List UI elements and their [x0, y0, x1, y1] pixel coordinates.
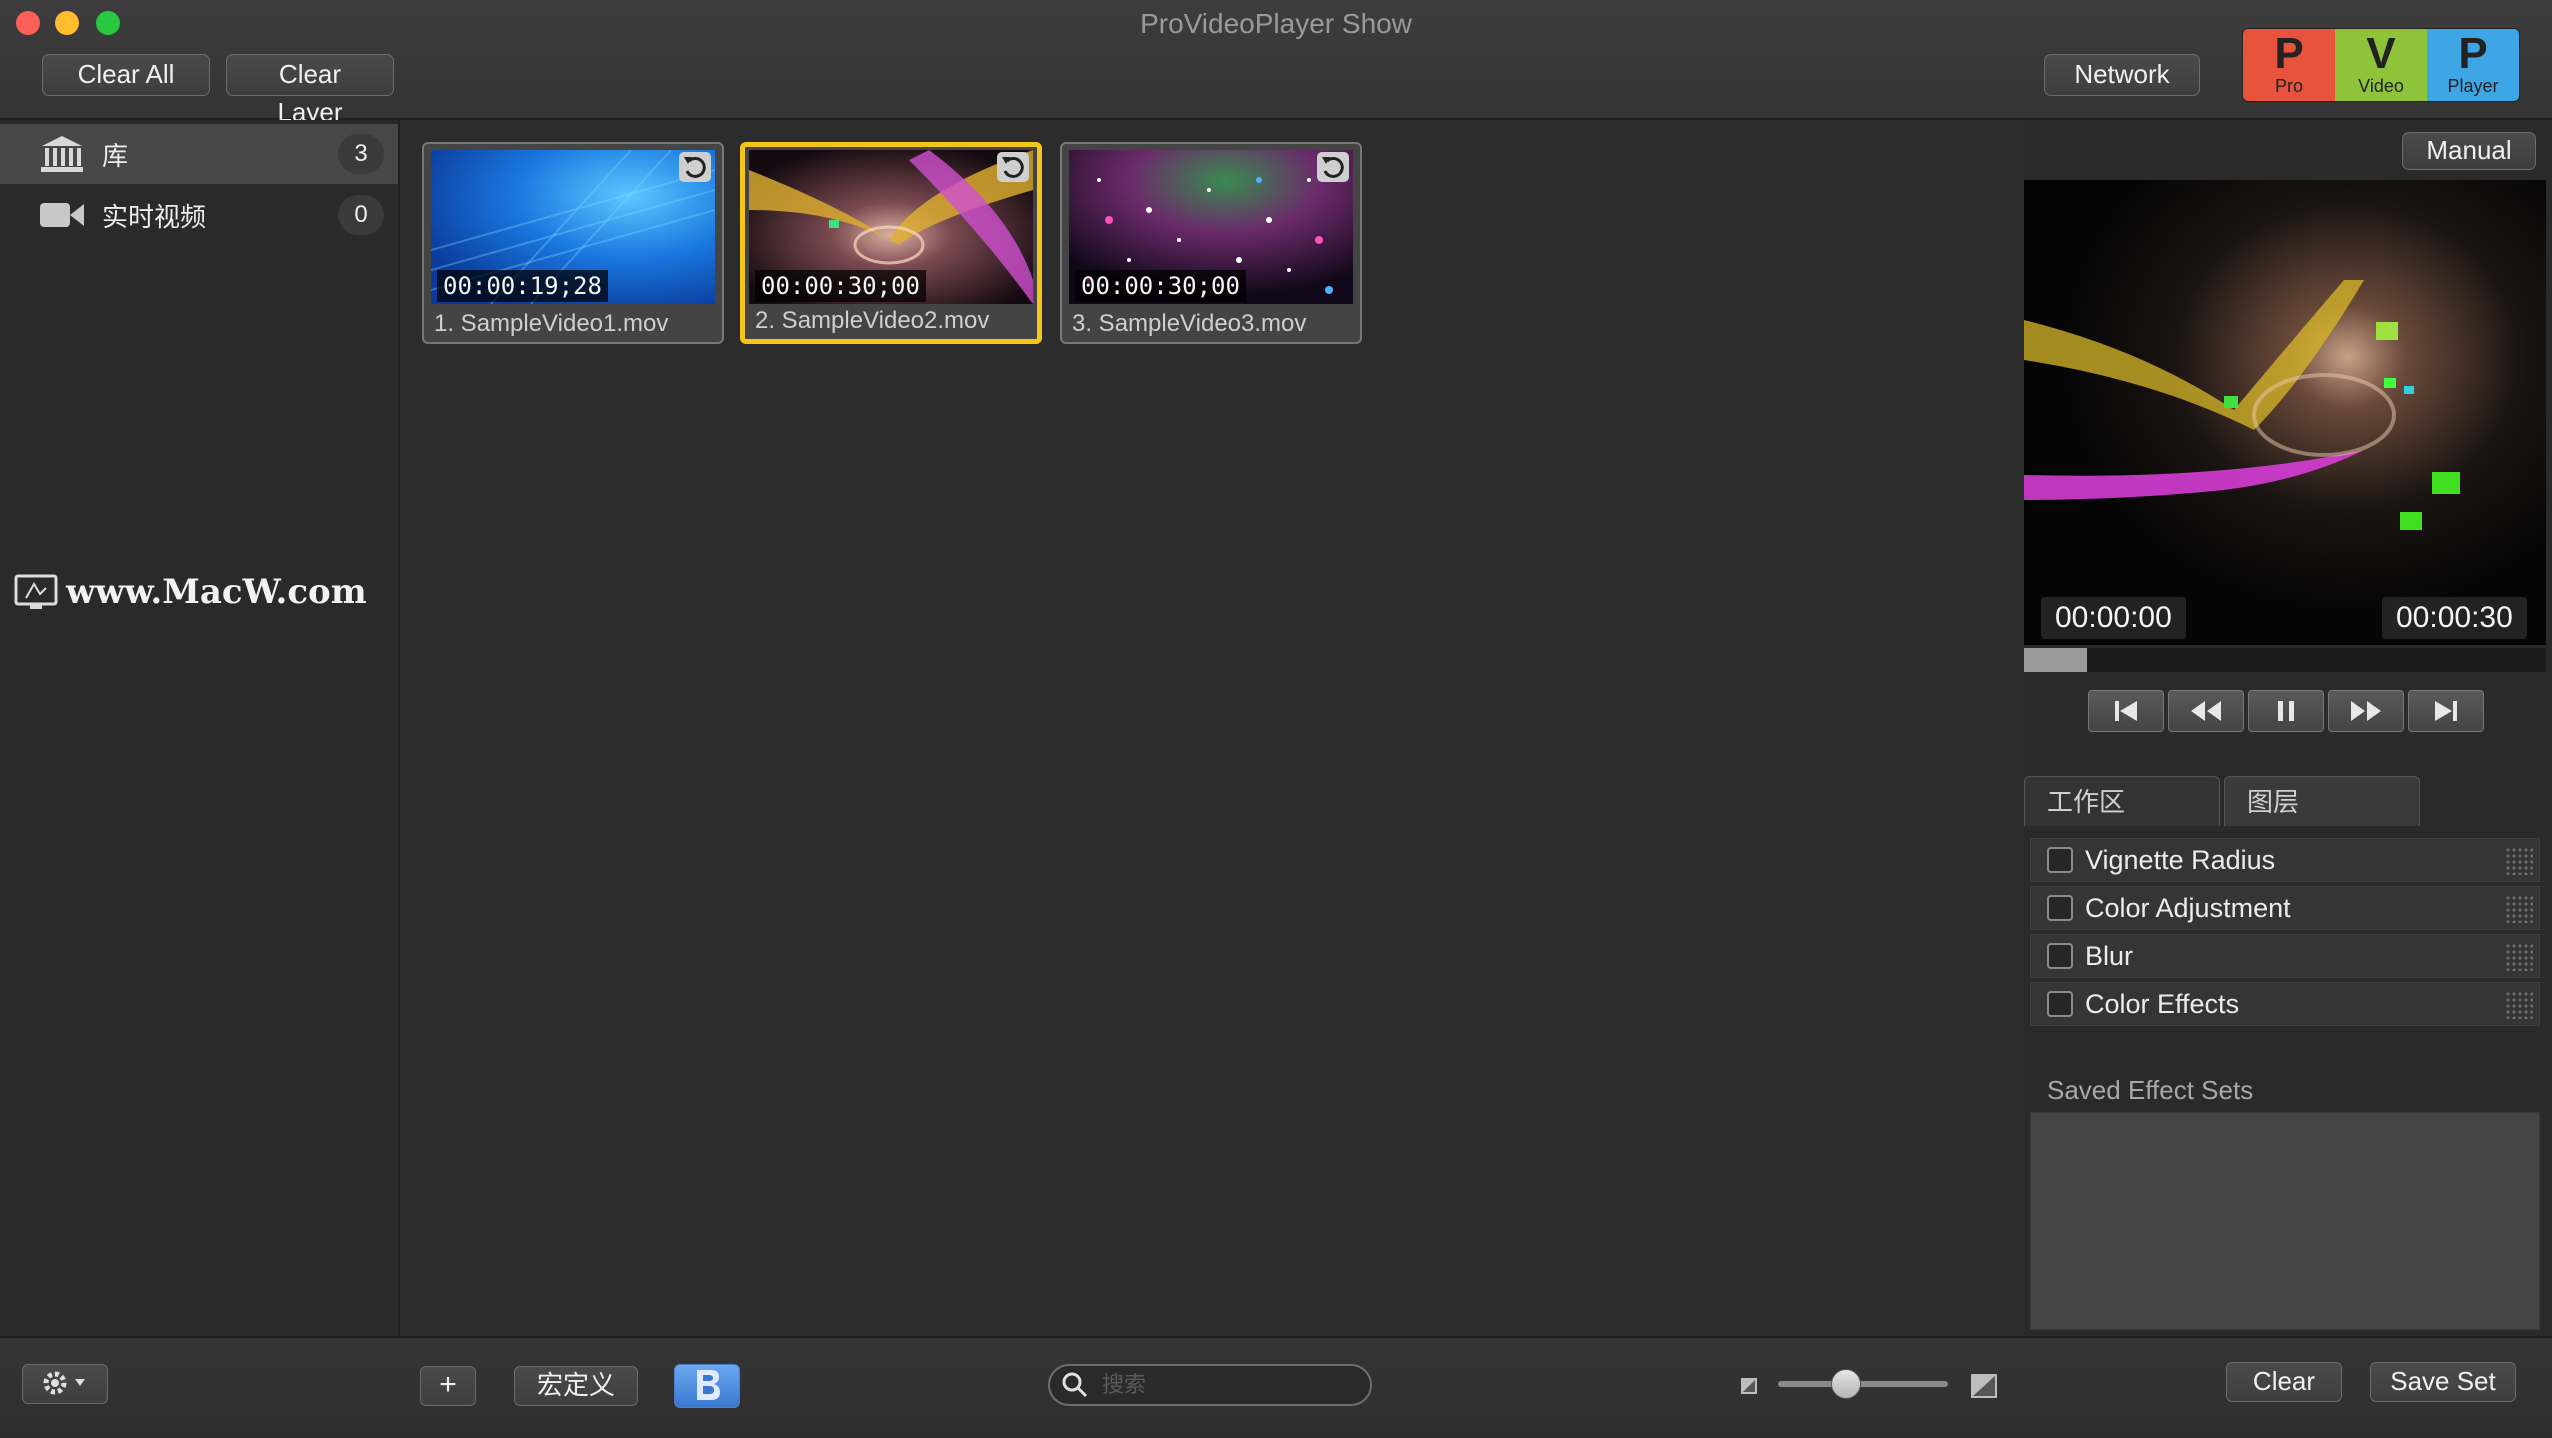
- tab-workspace[interactable]: 工作区: [2024, 776, 2220, 826]
- video-thumbnail: 00:00:30;00: [1069, 150, 1353, 304]
- timecode-label: 00:00:30;00: [1075, 270, 1246, 302]
- media-item-2[interactable]: 00:00:30;00 2. SampleVideo2.mov: [740, 142, 1042, 344]
- clear-layer-button[interactable]: Clear Layer: [226, 54, 394, 127]
- logo-letter: V: [2366, 29, 2396, 78]
- loop-icon[interactable]: [1317, 152, 1349, 182]
- pause-button[interactable]: [2248, 690, 2324, 732]
- small-thumbnail-icon: [1741, 1378, 1757, 1394]
- b-mode-button[interactable]: [674, 1364, 740, 1408]
- effect-label: Vignette Radius: [2085, 844, 2276, 875]
- total-time-label: 00:00:30: [2382, 597, 2527, 639]
- loop-icon[interactable]: [997, 152, 1029, 182]
- video-thumbnail: 00:00:19;28: [431, 150, 715, 304]
- timecode-label: 00:00:30;00: [755, 270, 926, 302]
- sidebar-item-library[interactable]: 库 3: [0, 124, 398, 184]
- pause-icon: [2278, 701, 2294, 721]
- network-button[interactable]: Network: [2044, 54, 2200, 96]
- search-field[interactable]: [1048, 1364, 1372, 1406]
- watermark-text: www.MacW.com: [66, 572, 367, 612]
- clear-button[interactable]: Clear: [2226, 1362, 2342, 1402]
- drag-handle-icon[interactable]: [2505, 943, 2533, 971]
- logo-caption: Player: [2447, 76, 2499, 96]
- drag-handle-icon[interactable]: [2505, 991, 2533, 1019]
- timecode-label: 00:00:19;28: [437, 270, 608, 302]
- scrubber-progress: [2024, 648, 2087, 672]
- skip-forward-icon: [2435, 701, 2457, 721]
- transport-controls: [2088, 690, 2484, 732]
- skip-back-icon: [2115, 701, 2137, 721]
- video-thumbnail: 00:00:30;00: [749, 150, 1033, 304]
- gear-icon: [43, 1371, 85, 1395]
- large-thumbnail-icon: [1971, 1374, 1997, 1398]
- logo-caption: Pro: [2274, 76, 2303, 96]
- effect-row-color-adjustment[interactable]: Color Adjustment: [2030, 886, 2540, 930]
- effect-checkbox[interactable]: [2047, 943, 2073, 969]
- sidebar-item-label: 实时视频: [102, 201, 207, 232]
- watermark: www.MacW.com: [14, 572, 367, 612]
- settings-menu-button[interactable]: [22, 1364, 108, 1404]
- rewind-icon: [2191, 701, 2221, 721]
- fast-forward-icon: [2351, 701, 2381, 721]
- search-icon: [1062, 1372, 1088, 1398]
- logo-letter: P: [2458, 29, 2488, 78]
- media-filename: 2. SampleVideo2.mov: [755, 307, 990, 334]
- count-badge: 0: [338, 195, 384, 235]
- tab-layers[interactable]: 图层: [2224, 776, 2420, 826]
- effect-row-color-effects[interactable]: Color Effects: [2030, 982, 2540, 1026]
- logo-letter: P: [2274, 29, 2304, 78]
- drag-handle-icon[interactable]: [2505, 847, 2533, 875]
- save-set-button[interactable]: Save Set: [2370, 1362, 2516, 1402]
- media-filename: 3. SampleVideo3.mov: [1072, 310, 1307, 337]
- sidebar: 库 3 实时视频 0: [0, 120, 400, 1336]
- playback-scrubber[interactable]: [2024, 648, 2546, 672]
- saved-effect-sets-list[interactable]: [2030, 1112, 2540, 1330]
- effect-checkbox[interactable]: [2047, 847, 2073, 873]
- monitor-logo-icon: [14, 574, 58, 609]
- skip-back-button[interactable]: [2088, 690, 2164, 732]
- effect-label: Blur: [2085, 940, 2134, 971]
- drag-handle-icon[interactable]: [2505, 895, 2533, 923]
- video-camera-icon: [40, 203, 84, 227]
- macro-button[interactable]: 宏定义: [514, 1366, 638, 1406]
- media-item-3[interactable]: 00:00:30;00 3. SampleVideo3.mov: [1060, 142, 1362, 344]
- current-time-label: 00:00:00: [2041, 597, 2186, 639]
- loop-icon[interactable]: [679, 152, 711, 182]
- skip-forward-button[interactable]: [2408, 690, 2484, 732]
- media-grid: 00:00:19;28 1. SampleVideo1.mov 00:00:30…: [402, 120, 2022, 1336]
- media-item-1[interactable]: 00:00:19;28 1. SampleVideo1.mov: [422, 142, 724, 344]
- saved-effect-sets-title: Saved Effect Sets: [2047, 1075, 2254, 1105]
- library-icon: [41, 136, 83, 172]
- b-letter-icon: [697, 1370, 720, 1400]
- effect-label: Color Effects: [2085, 988, 2240, 1019]
- search-input[interactable]: [1100, 1371, 1350, 1399]
- window-title: ProVideoPlayer Show: [1140, 8, 1412, 39]
- thumbnail-size-slider[interactable]: [1778, 1381, 1948, 1387]
- count-badge: 3: [338, 134, 384, 174]
- effect-label: Color Adjustment: [2085, 892, 2291, 923]
- fast-forward-button[interactable]: [2328, 690, 2404, 732]
- manual-mode-button[interactable]: Manual: [2402, 132, 2536, 170]
- media-filename: 1. SampleVideo1.mov: [434, 310, 669, 337]
- effect-checkbox[interactable]: [2047, 895, 2073, 921]
- title-toolbar: ProVideoPlayer Show Clear All Clear Laye…: [0, 0, 2552, 127]
- rewind-button[interactable]: [2168, 690, 2244, 732]
- logo-pro-segment: P Pro: [2243, 29, 2335, 101]
- effect-row-blur[interactable]: Blur: [2030, 934, 2540, 978]
- effects-list: Vignette Radius Color Adjustment Blur Co…: [2030, 838, 2540, 1030]
- logo-player-segment: P Player: [2427, 29, 2519, 101]
- sidebar-item-label: 库: [102, 140, 129, 171]
- clear-all-button[interactable]: Clear All: [42, 54, 210, 96]
- sidebar-item-live-video[interactable]: 实时视频 0: [0, 185, 398, 245]
- pro-video-player-logo[interactable]: P Pro V Video P Player: [2242, 28, 2520, 102]
- video-preview: [2024, 180, 2546, 645]
- add-button[interactable]: +: [420, 1366, 476, 1406]
- logo-caption: Video: [2358, 76, 2404, 96]
- slider-knob[interactable]: [1831, 1369, 1861, 1399]
- effect-row-vignette-radius[interactable]: Vignette Radius: [2030, 838, 2540, 882]
- panel-tabs: 工作区 图层: [2024, 776, 2424, 826]
- logo-video-segment: V Video: [2335, 29, 2427, 101]
- preview-image: [2024, 180, 2546, 645]
- effect-checkbox[interactable]: [2047, 991, 2073, 1017]
